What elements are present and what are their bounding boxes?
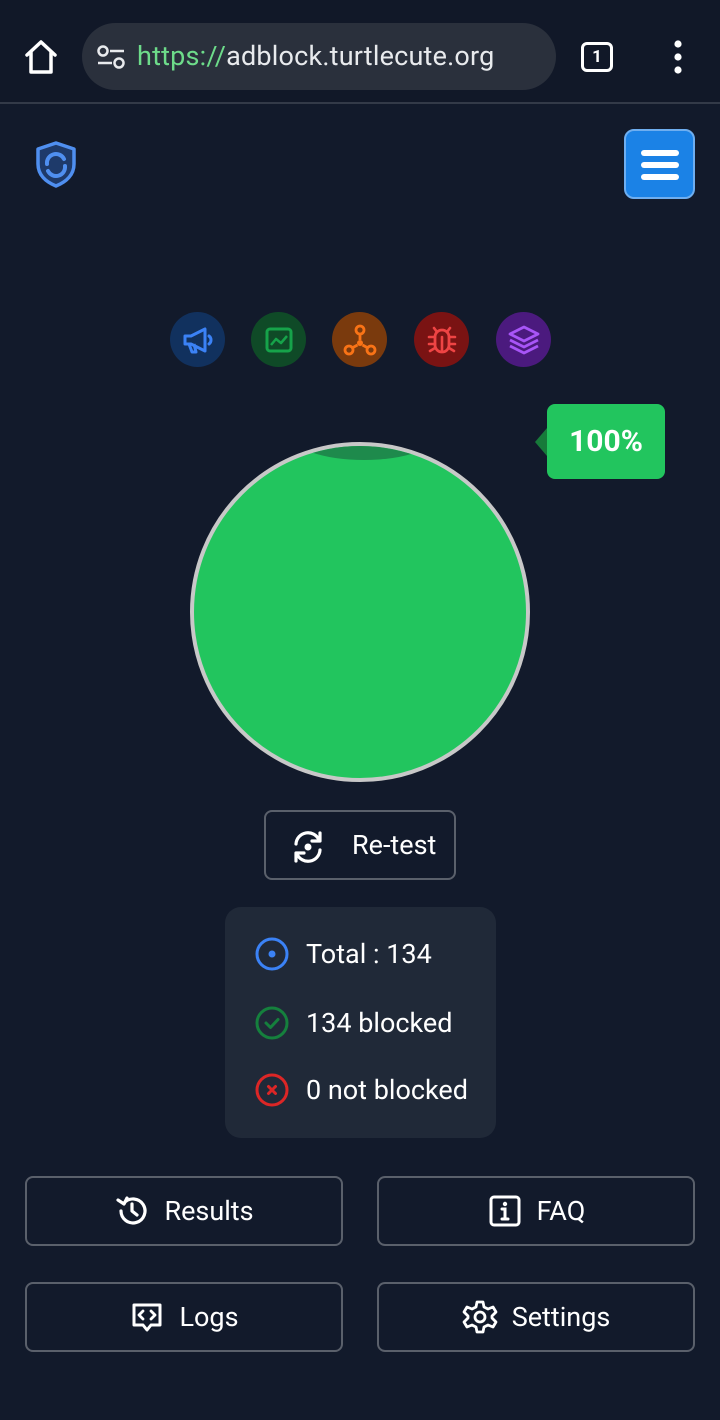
social-category-icon[interactable] <box>496 312 551 367</box>
settings-button[interactable]: Settings <box>377 1282 695 1352</box>
faq-button[interactable]: FAQ <box>377 1176 695 1246</box>
results-label: Results <box>164 1195 254 1227</box>
info-icon <box>489 1195 521 1227</box>
bug-icon <box>427 326 456 353</box>
retest-button[interactable]: Re-test <box>264 810 456 880</box>
x-circle-icon <box>255 1073 289 1107</box>
refresh-icon <box>294 831 322 863</box>
gauge-fill-top <box>289 446 439 460</box>
home-icon[interactable] <box>20 36 62 78</box>
network-icon <box>343 324 376 355</box>
shield-logo-icon[interactable] <box>33 140 79 188</box>
analytics-category-icon[interactable] <box>251 312 306 367</box>
logs-button[interactable]: Logs <box>25 1282 343 1352</box>
history-icon <box>116 1196 147 1225</box>
stat-not-blocked-text: 0 not blocked <box>306 1074 468 1106</box>
stat-total-text: Total : 134 <box>306 938 432 970</box>
browser-toolbar: https://adblock.turtlecute.org 1 <box>0 0 720 104</box>
gear-icon <box>462 1300 498 1334</box>
faq-label: FAQ <box>536 1195 586 1227</box>
url-text[interactable]: https://adblock.turtlecute.org <box>137 40 494 72</box>
ads-category-icon[interactable] <box>170 312 225 367</box>
settings-label: Settings <box>511 1301 611 1333</box>
error-monitoring-category-icon[interactable] <box>414 312 469 367</box>
tab-switcher-button[interactable]: 1 <box>581 42 613 72</box>
more-vert-icon[interactable] <box>670 40 686 74</box>
retest-label: Re-test <box>352 829 437 861</box>
target-icon <box>255 937 289 971</box>
logs-label: Logs <box>179 1301 239 1333</box>
score-gauge <box>190 442 530 782</box>
layers-icon <box>508 325 539 354</box>
address-bar[interactable]: https://adblock.turtlecute.org <box>82 23 556 90</box>
score-percent-badge: 100% <box>535 404 665 479</box>
url-scheme: https:// <box>137 40 227 72</box>
check-circle-icon <box>255 1006 289 1040</box>
tracking-category-icon[interactable] <box>332 312 387 367</box>
chart-icon <box>265 327 292 352</box>
site-settings-icon[interactable] <box>96 43 126 71</box>
megaphone-icon <box>183 327 212 353</box>
stats-card: Total : 134 134 blocked 0 not blocked <box>225 907 496 1138</box>
url-host: adblock.turtlecute.org <box>226 40 495 72</box>
hamburger-line <box>641 150 679 156</box>
menu-button[interactable] <box>624 129 695 199</box>
hamburger-line <box>641 162 679 168</box>
code-bubble-icon <box>132 1303 162 1332</box>
hamburger-line <box>641 174 679 180</box>
stat-blocked-text: 134 blocked <box>306 1007 453 1039</box>
results-button[interactable]: Results <box>25 1176 343 1246</box>
